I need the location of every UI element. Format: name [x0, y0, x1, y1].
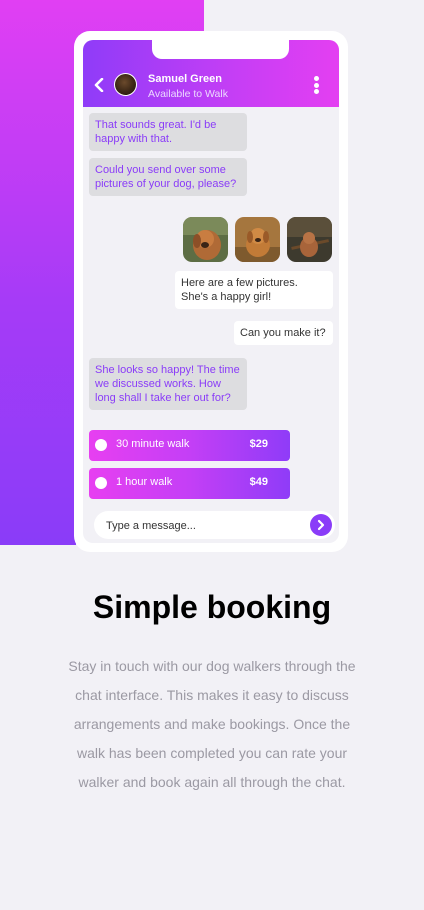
message-composer — [94, 511, 335, 539]
dog-photo-1[interactable] — [183, 217, 228, 262]
section-title: Simple booking — [92, 589, 332, 625]
message-bubble-incoming: She looks so happy! The time we discusse… — [89, 358, 247, 410]
message-bubble-outgoing: Can you make it? — [234, 321, 333, 345]
phone-notch — [152, 40, 289, 59]
dog-photo-2[interactable] — [235, 217, 280, 262]
option-price: $29 — [249, 438, 268, 450]
booking-option-1-hour[interactable]: 1 hour walk $49 — [89, 468, 290, 499]
message-input[interactable] — [104, 517, 308, 535]
section-description: Stay in touch with our dog walkers throu… — [68, 658, 356, 790]
contact-status: Available to Walk — [148, 88, 228, 100]
booking-option-30-min[interactable]: 30 minute walk $29 — [89, 430, 290, 461]
chat-screen: Samuel Green Available to Walk That soun… — [83, 40, 339, 543]
phone-mockup: Samuel Green Available to Walk That soun… — [74, 31, 348, 552]
radio-button[interactable] — [95, 439, 107, 451]
send-button[interactable] — [310, 514, 332, 536]
message-bubble-incoming: That sounds great. I'd be happy with tha… — [89, 113, 247, 151]
message-bubble-incoming: Could you send over some pictures of you… — [89, 158, 247, 196]
option-label: 1 hour walk — [116, 476, 173, 488]
vertical-dots-icon[interactable] — [314, 76, 320, 96]
contact-name: Samuel Green — [148, 73, 222, 85]
radio-button[interactable] — [95, 477, 107, 489]
avatar[interactable] — [114, 73, 137, 96]
dog-photo-3[interactable] — [287, 217, 332, 262]
chevron-left-icon[interactable] — [93, 78, 105, 92]
option-price: $49 — [249, 476, 268, 488]
arrow-right-icon — [317, 519, 325, 531]
option-label: 30 minute walk — [116, 438, 190, 450]
message-bubble-outgoing: Here are a few pictures. She's a happy g… — [175, 271, 333, 309]
